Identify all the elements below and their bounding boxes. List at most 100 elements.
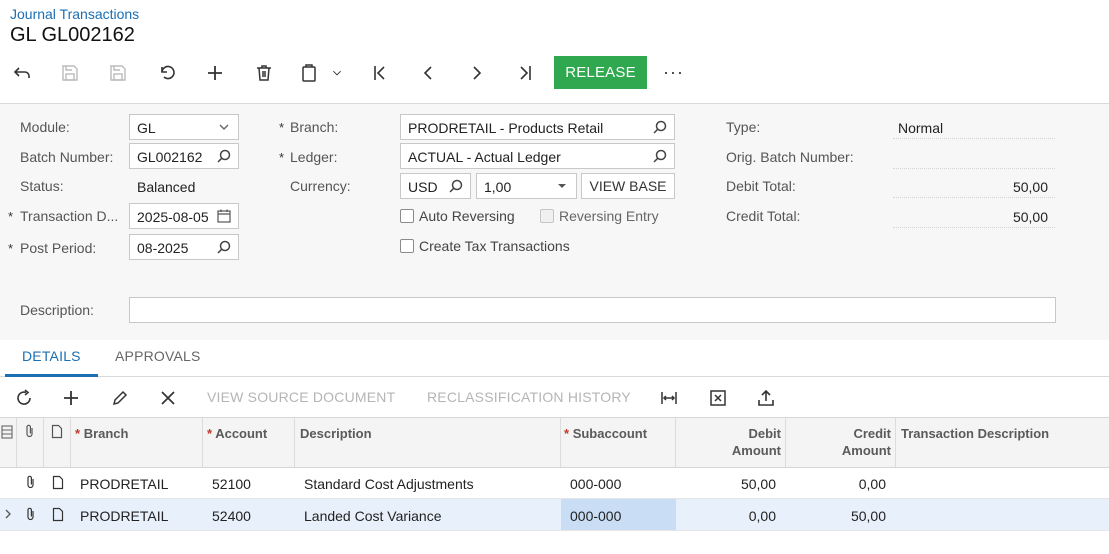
batch-number-value: GL002162 [137, 149, 203, 165]
module-value: GL [137, 120, 156, 136]
transaction-date-field[interactable]: 2025-08-05 [129, 203, 239, 229]
undo-icon[interactable] [152, 58, 182, 88]
transaction-date-label: Transaction D... [20, 208, 119, 224]
tab-details[interactable]: DETAILS [22, 348, 81, 364]
edit-icon[interactable] [108, 387, 132, 409]
first-record-icon[interactable] [365, 58, 395, 88]
description-field[interactable] [129, 297, 1056, 323]
required-mark: * [75, 426, 81, 441]
column-credit-label: Amount [841, 443, 891, 458]
ledger-field[interactable]: ACTUAL - Actual Ledger [400, 143, 675, 169]
row-selector-icon[interactable] [1, 425, 13, 442]
note-icon[interactable] [52, 507, 64, 525]
required-mark: * [279, 120, 285, 135]
cell-branch[interactable]: PRODRETAIL [80, 476, 168, 492]
column-header-subaccount[interactable]: * Subaccount [564, 425, 647, 442]
orig-batch-underline [893, 168, 1055, 169]
add-icon[interactable] [200, 58, 230, 88]
release-button[interactable]: RELEASE [554, 56, 647, 89]
column-account-label: Account [215, 426, 268, 441]
module-select[interactable]: GL [129, 114, 239, 140]
currency-value: USD [408, 179, 438, 195]
col-divider [16, 418, 17, 467]
reversing-entry-label: Reversing Entry [559, 208, 659, 224]
currency-field[interactable]: USD [400, 173, 471, 199]
module-label: Module: [20, 119, 70, 135]
upload-icon[interactable] [754, 387, 778, 409]
cell-description[interactable]: Standard Cost Adjustments [304, 476, 474, 492]
more-actions-button[interactable]: ··· [663, 62, 684, 83]
required-mark: * [564, 426, 570, 441]
add-row-icon[interactable] [59, 387, 83, 409]
reversing-entry-checkbox [540, 209, 554, 223]
clipboard-icon[interactable] [297, 58, 321, 88]
ledger-value: ACTUAL - Actual Ledger [408, 149, 561, 165]
col-divider [202, 418, 203, 467]
refresh-icon[interactable] [12, 387, 36, 409]
debit-total-label: Debit Total: [726, 178, 796, 194]
cell-subaccount[interactable]: 000-000 [570, 508, 621, 524]
debit-total-underline [893, 197, 1055, 198]
required-mark: * [8, 241, 14, 256]
delete-row-icon[interactable] [156, 387, 180, 409]
batch-number-field[interactable]: GL002162 [129, 143, 239, 169]
post-period-field[interactable]: 08-2025 [129, 234, 239, 260]
search-icon[interactable] [216, 148, 232, 164]
column-header-account[interactable]: * Account [207, 425, 267, 442]
cell-subaccount[interactable]: 000-000 [570, 476, 621, 492]
chevron-down-icon [219, 124, 229, 130]
search-icon[interactable] [448, 178, 464, 194]
attachment-icon[interactable] [25, 507, 37, 525]
column-header-credit[interactable]: Credit Amount [786, 425, 891, 459]
prev-record-icon[interactable] [413, 58, 443, 88]
next-record-icon[interactable] [462, 58, 492, 88]
chevron-down-icon[interactable] [328, 58, 346, 88]
search-icon[interactable] [216, 239, 232, 255]
auto-reversing-checkbox[interactable] [400, 209, 414, 223]
search-icon[interactable] [652, 119, 668, 135]
column-header-branch[interactable]: * Branch [75, 425, 128, 442]
column-header-debit[interactable]: Debit Amount [676, 425, 781, 459]
cell-credit[interactable]: 0,00 [786, 476, 886, 492]
currency-rate-select[interactable]: 1,00 [476, 173, 577, 199]
excel-export-icon[interactable] [706, 387, 730, 409]
last-record-icon[interactable] [510, 58, 540, 88]
create-tax-checkbox[interactable] [400, 239, 414, 253]
cell-credit[interactable]: 50,00 [786, 508, 886, 524]
page-title: GL GL002162 [10, 24, 135, 46]
status-label: Status: [20, 178, 64, 194]
save-close-icon [55, 58, 85, 88]
cell-debit[interactable]: 50,00 [676, 476, 776, 492]
tab-approvals[interactable]: APPROVALS [115, 348, 201, 364]
debit-total-value: 50,00 [1012, 179, 1048, 195]
note-column-icon [51, 424, 63, 442]
column-header-description[interactable]: Description [300, 425, 372, 442]
note-icon[interactable] [52, 475, 64, 493]
view-base-button[interactable]: VIEW BASE [581, 173, 675, 199]
cell-description[interactable]: Landed Cost Variance [304, 508, 442, 524]
column-header-transaction-description[interactable]: Transaction Description [901, 425, 1049, 442]
view-source-document-button: VIEW SOURCE DOCUMENT [207, 389, 396, 405]
breadcrumb[interactable]: Journal Transactions [10, 6, 139, 22]
attachment-icon[interactable] [25, 475, 37, 493]
branch-field[interactable]: PRODRETAIL - Products Retail [400, 114, 675, 140]
type-underline [893, 138, 1055, 139]
caret-down-icon [558, 184, 566, 188]
calendar-icon[interactable] [216, 208, 232, 224]
back-icon[interactable] [7, 58, 37, 88]
required-mark: * [207, 426, 213, 441]
currency-label: Currency: [290, 178, 351, 194]
cell-branch[interactable]: PRODRETAIL [80, 508, 168, 524]
description-label: Description: [20, 302, 94, 318]
col-divider [294, 418, 295, 467]
cell-account[interactable]: 52100 [212, 476, 251, 492]
type-value: Normal [898, 120, 944, 136]
credit-total-underline [893, 227, 1055, 228]
orig-batch-label: Orig. Batch Number: [726, 149, 854, 165]
delete-icon[interactable] [249, 58, 279, 88]
cell-debit[interactable]: 0,00 [676, 508, 776, 524]
fit-columns-icon[interactable] [657, 387, 681, 409]
search-icon[interactable] [652, 148, 668, 164]
column-debit-label: Debit [748, 426, 782, 441]
cell-account[interactable]: 52400 [212, 508, 251, 524]
